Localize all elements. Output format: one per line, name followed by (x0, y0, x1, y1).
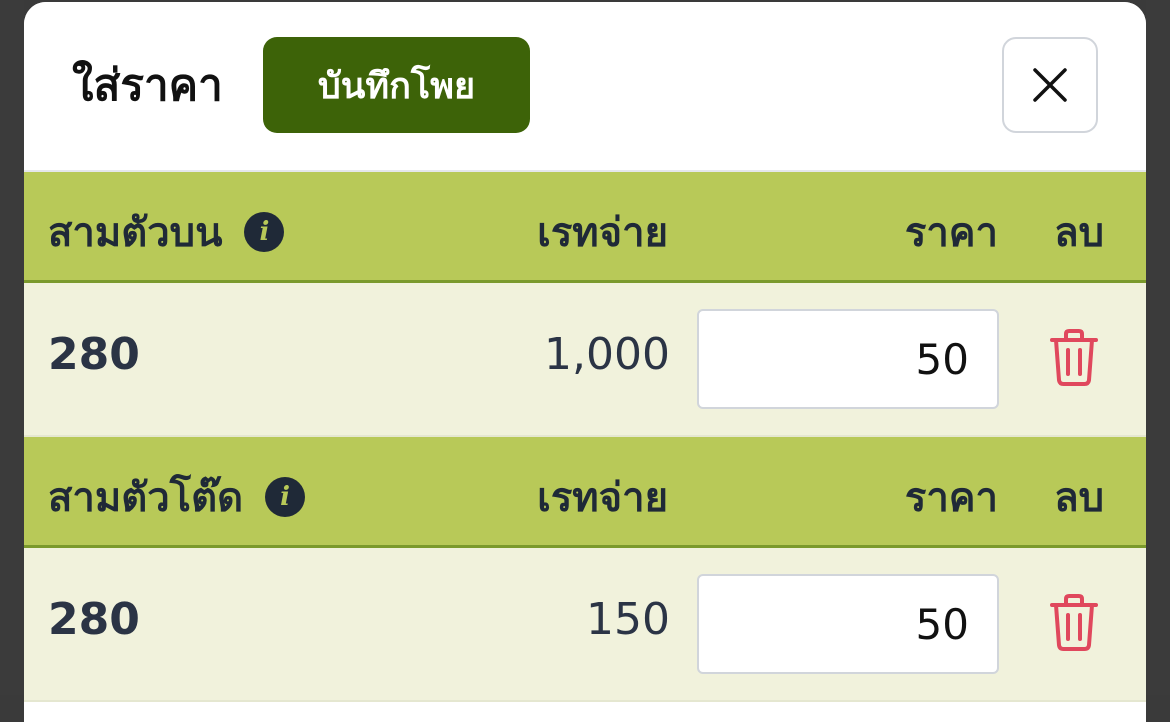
bet-row: 280 1,000 (24, 283, 1146, 437)
payout-rate: 150 (586, 594, 670, 645)
bet-row: 280 150 (24, 548, 1146, 702)
save-slip-button[interactable]: บันทึกโพย (263, 37, 530, 133)
bet-number: 280 (48, 594, 140, 645)
modal-title: ใส่ราคา (72, 60, 223, 111)
column-header-rate: เรทจ่าย (537, 210, 668, 256)
section-title-text: สามตัวบน (48, 210, 223, 256)
close-button[interactable] (1002, 37, 1098, 133)
delete-button[interactable] (1046, 327, 1102, 387)
modal-header: ใส่ราคา บันทึกโพย (24, 2, 1146, 172)
section-header-three-top: สามตัวบน i เรทจ่าย ราคา ลบ (24, 172, 1146, 283)
price-input[interactable] (697, 574, 999, 674)
section-title: สามตัวบน i (48, 200, 285, 264)
backdrop (0, 0, 24, 695)
payout-rate: 1,000 (544, 329, 670, 380)
close-icon (1033, 68, 1067, 102)
backdrop (1146, 0, 1170, 695)
bet-number: 280 (48, 329, 140, 380)
column-header-rate: เรทจ่าย (537, 475, 668, 521)
price-modal: ใส่ราคา บันทึกโพย สามตัวบน i เรทจ่าย ราค… (24, 2, 1146, 722)
column-header-delete: ลบ (1054, 210, 1104, 256)
column-header-price: ราคา (904, 475, 998, 521)
section-title: สามตัวโต๊ด i (48, 465, 306, 529)
trash-icon (1050, 329, 1098, 386)
column-header-delete: ลบ (1054, 475, 1104, 521)
price-input[interactable] (697, 309, 999, 409)
column-header-price: ราคา (904, 210, 998, 256)
delete-button[interactable] (1046, 592, 1102, 652)
info-icon[interactable]: i (265, 477, 306, 517)
section-title-text: สามตัวโต๊ด (48, 475, 244, 521)
section-header-three-tod: สามตัวโต๊ด i เรทจ่าย ราคา ลบ (24, 437, 1146, 548)
info-icon[interactable]: i (244, 212, 285, 252)
trash-icon (1050, 594, 1098, 651)
